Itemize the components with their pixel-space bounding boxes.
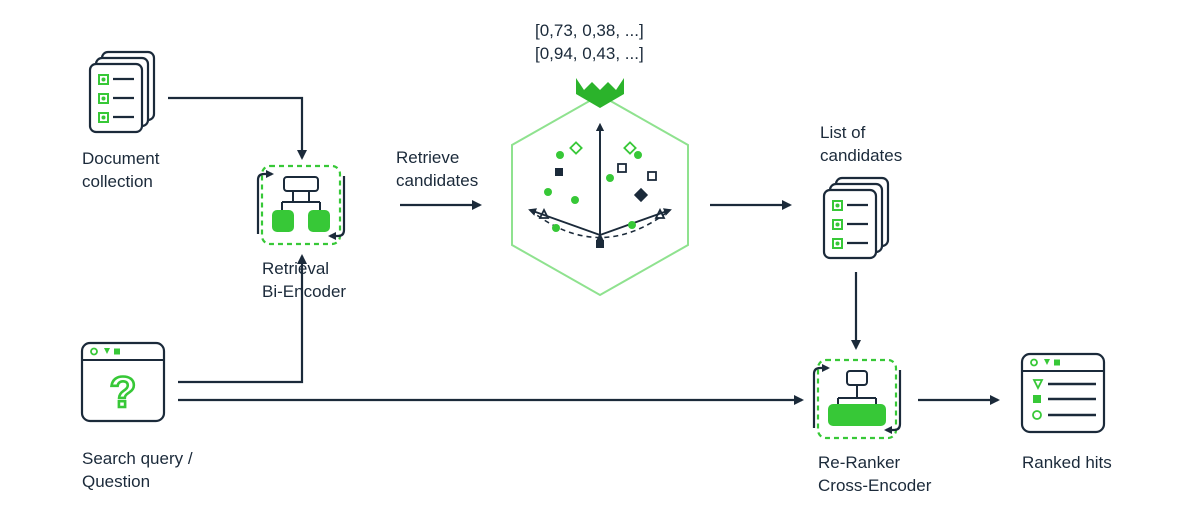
- document-collection-label: Document collection: [82, 148, 159, 194]
- document-collection-icon: [90, 52, 154, 132]
- re-ranker-cross-encoder-icon: [814, 360, 900, 438]
- retrieve-candidates-label: Retrieve candidates: [396, 147, 478, 193]
- vector-space-hexagon-icon: [512, 95, 688, 295]
- ranked-hits-window-icon: [1022, 354, 1104, 432]
- vectors-line1: [0,73, 0,38, ...]: [535, 20, 644, 43]
- list-of-candidates-icon: [824, 178, 888, 258]
- retrieval-bi-encoder-label: Retrieval Bi-Encoder: [262, 258, 346, 304]
- re-ranker-label: Re-Ranker Cross-Encoder: [818, 452, 931, 498]
- vectors-line2: [0,94, 0,43, ...]: [535, 43, 644, 66]
- search-query-window-icon: ?: [82, 343, 164, 421]
- question-mark-icon: ?: [110, 368, 137, 417]
- arrow-docs-to-encoder: [168, 98, 302, 158]
- list-of-candidates-label: List of candidates: [820, 122, 902, 168]
- retrieval-bi-encoder-icon: [258, 166, 344, 244]
- search-query-label: Search query / Question: [82, 448, 193, 494]
- ranked-hits-label: Ranked hits: [1022, 452, 1112, 475]
